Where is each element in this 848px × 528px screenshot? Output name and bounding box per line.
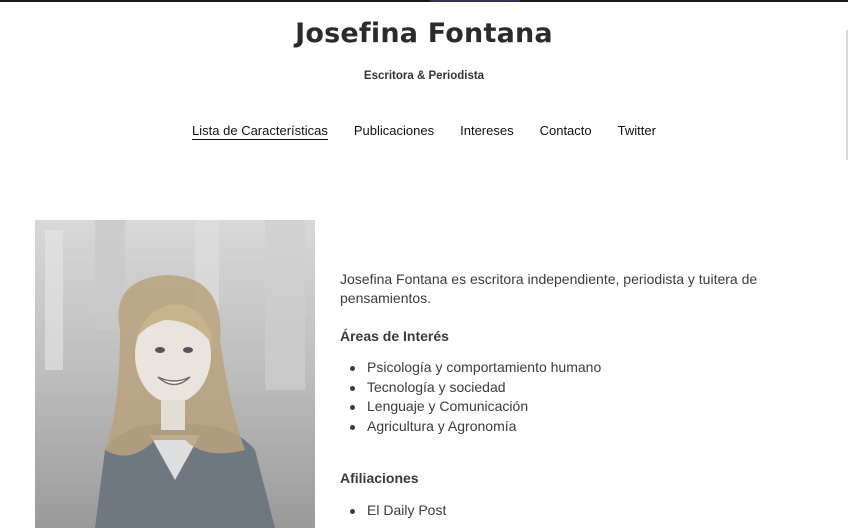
interest-item: Agricultura y Agronomía [340, 417, 800, 437]
affiliation-item: El Daily Post [340, 501, 800, 521]
profile-content: Josefina Fontana es escritora independie… [340, 270, 800, 521]
nav-item-twitter[interactable]: Twitter [618, 123, 656, 140]
nav-item-intereses[interactable]: Intereses [460, 123, 513, 140]
affiliations-list: El Daily Post [340, 501, 800, 521]
main-navigation: Lista de Características Publicaciones I… [0, 123, 848, 140]
nav-item-lista-de-caracteristicas[interactable]: Lista de Características [192, 123, 328, 140]
profile-photo [35, 220, 315, 528]
site-title[interactable]: Josefina Fontana [0, 18, 848, 49]
top-edge-bar [0, 0, 848, 2]
interest-item: Tecnología y sociedad [340, 378, 800, 398]
interest-item: Psicología y comportamiento humano [340, 358, 800, 378]
interest-item: Lenguaje y Comunicación [340, 397, 800, 417]
top-edge-accent [430, 0, 520, 2]
profile-intro: Josefina Fontana es escritora independie… [340, 271, 758, 306]
affiliations-heading: Afiliaciones [340, 470, 419, 486]
nav-item-publicaciones[interactable]: Publicaciones [354, 123, 434, 140]
nav-item-contacto[interactable]: Contacto [540, 123, 592, 140]
interests-heading: Áreas de Interés [340, 328, 449, 344]
interests-list: Psicología y comportamiento humano Tecno… [340, 358, 800, 436]
profile-photo-illustration [35, 220, 315, 528]
site-subtitle: Escritora & Periodista [363, 70, 485, 82]
